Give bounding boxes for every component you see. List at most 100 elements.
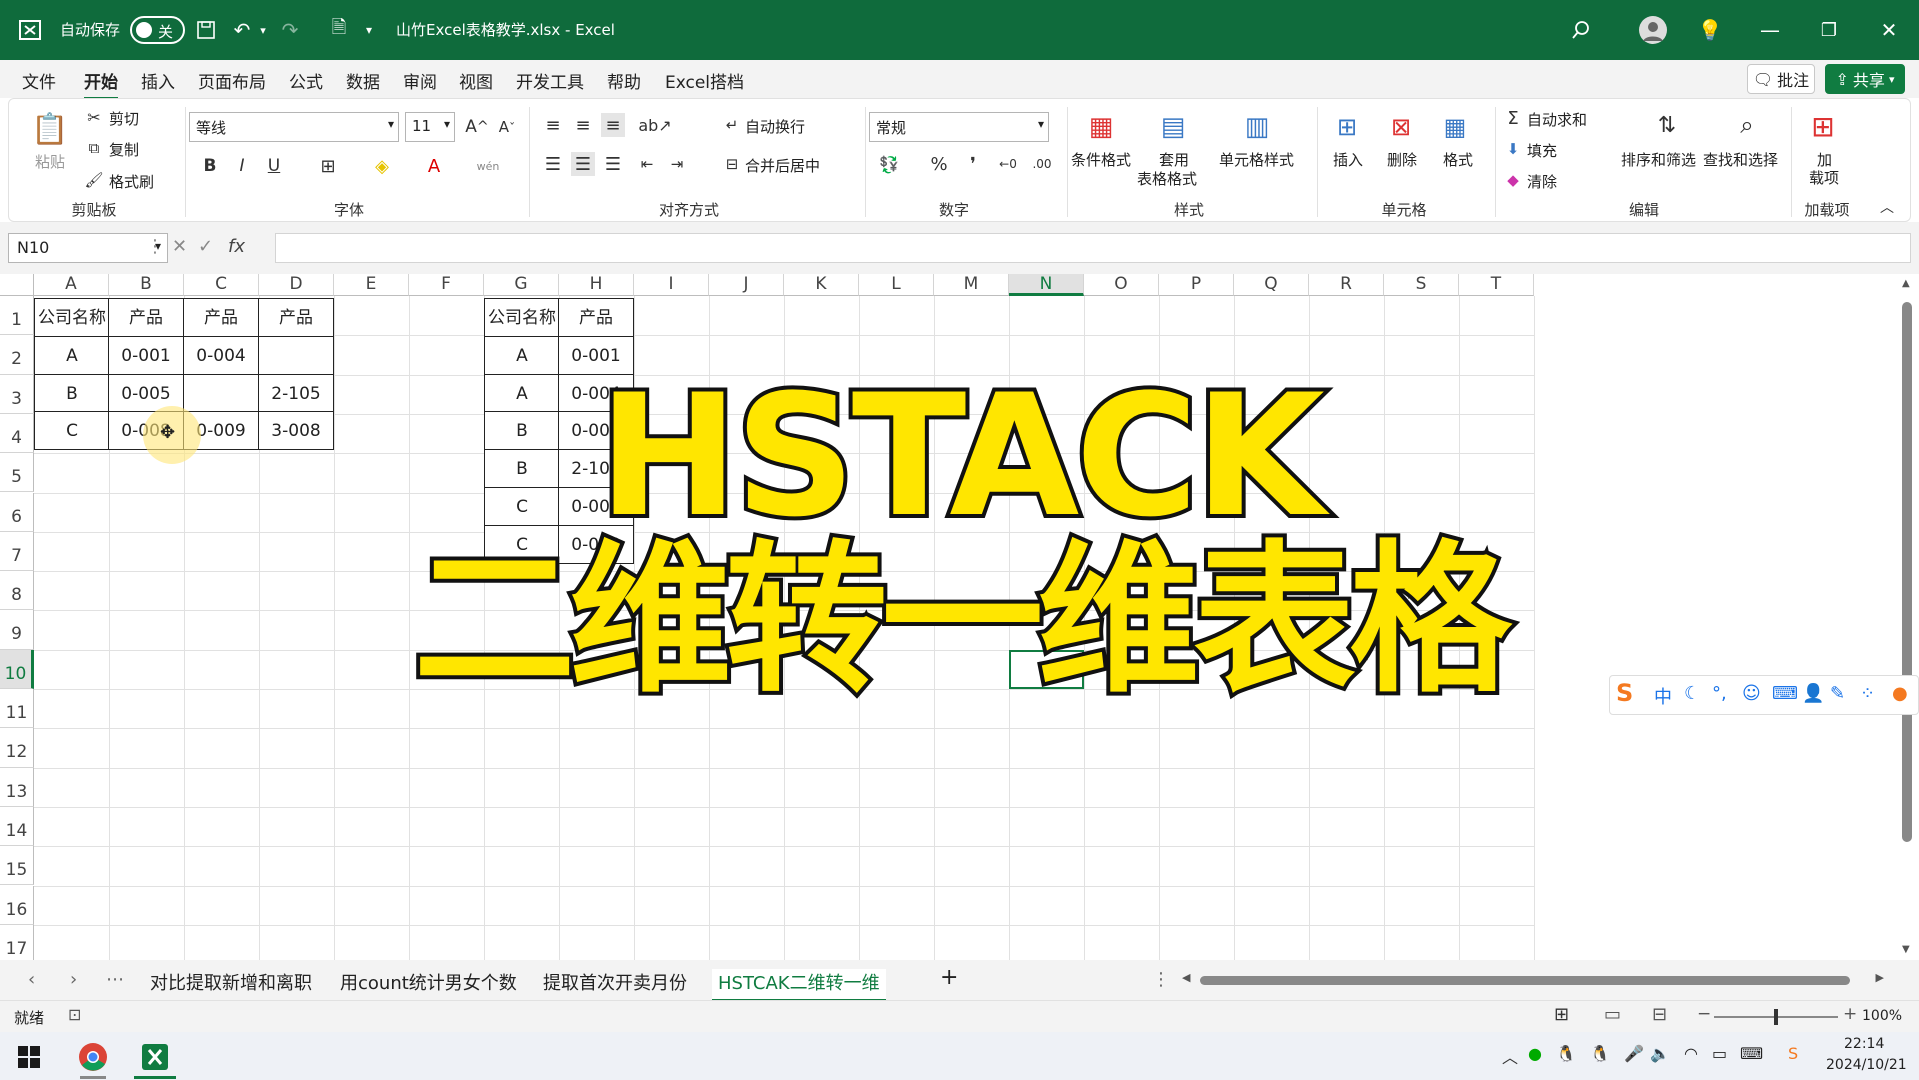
row-header-16[interactable]: 16 <box>0 885 34 925</box>
align-middle-icon[interactable]: ≡ <box>571 113 595 137</box>
save-icon[interactable] <box>192 14 220 46</box>
column-header-m[interactable]: M <box>934 274 1009 296</box>
column-header-e[interactable]: E <box>334 274 409 296</box>
format-as-table-icon[interactable]: ▤ <box>1151 109 1195 145</box>
column-header-i[interactable]: I <box>634 274 709 296</box>
battery-icon[interactable]: ▭ <box>1712 1044 1727 1063</box>
minimize-icon[interactable]: — <box>1756 14 1784 46</box>
clock-date[interactable]: 2024/10/21 <box>1826 1057 1907 1073</box>
ime-toolbar[interactable]: S 中 ☾ °, ☺ ⌨ 👤 ✎ ⁘ ● <box>1609 675 1919 715</box>
share-button[interactable]: ⇪ 共享 ▾ <box>1825 64 1905 94</box>
decrease-font-icon[interactable]: Aˇ <box>495 113 519 141</box>
cell-styles-icon[interactable]: ▥ <box>1235 109 1279 145</box>
underline-button[interactable]: U <box>263 152 285 180</box>
autosave-toggle[interactable]: 关 <box>130 16 185 44</box>
sogou-tray-icon[interactable]: S <box>1788 1044 1798 1063</box>
copy-button[interactable]: 复制 <box>109 139 139 160</box>
clock-time[interactable]: 22:14 <box>1844 1036 1884 1052</box>
ime-lang[interactable]: 中 <box>1654 683 1672 709</box>
add-sheet-icon[interactable]: + <box>940 965 958 990</box>
wrap-text-button[interactable]: 自动换行 <box>745 116 805 137</box>
sheet-tab-active[interactable]: HSTCAK二维转一维 <box>712 969 886 1002</box>
sort-filter-icon[interactable]: ⇅ <box>1647 107 1687 143</box>
zoom-out-icon[interactable]: − <box>1697 1004 1711 1024</box>
comment-button[interactable]: 🗨 批注 <box>1747 64 1815 94</box>
column-header-l[interactable]: L <box>859 274 934 296</box>
tab-data[interactable]: 数据 <box>346 68 380 93</box>
fill-color-icon[interactable]: ◈ <box>369 152 395 180</box>
tab-splitter-icon[interactable]: ⋮ <box>1152 969 1170 990</box>
table-cell[interactable]: A <box>484 335 560 375</box>
sogou-mini-icon[interactable]: ● <box>1892 683 1908 704</box>
zoom-slider-thumb[interactable] <box>1774 1009 1778 1025</box>
table-header-cell[interactable]: 产品 <box>558 298 634 337</box>
row-header-15[interactable]: 15 <box>0 846 34 886</box>
decrease-indent-icon[interactable]: ⇤ <box>635 152 659 176</box>
format-as-table-line1[interactable]: 套用 <box>1159 149 1189 170</box>
sheet-tab[interactable]: 提取首次开卖月份 <box>543 969 687 995</box>
page-layout-view-icon[interactable]: ▭ <box>1604 1004 1621 1025</box>
sheet-tab[interactable]: 用count统计男女个数 <box>340 969 517 995</box>
column-header-p[interactable]: P <box>1159 274 1234 296</box>
collapse-ribbon-icon[interactable]: ︿ <box>1877 197 1897 217</box>
qq-icon[interactable]: 🐧 <box>1556 1044 1576 1063</box>
wechat-icon[interactable]: ● <box>1528 1044 1542 1063</box>
font-name-combo[interactable]: 等线 ▾ <box>189 112 399 142</box>
addins-line2[interactable]: 载项 <box>1809 167 1839 188</box>
align-left-icon[interactable]: ☰ <box>541 152 565 176</box>
column-header-n[interactable]: N <box>1009 274 1084 296</box>
row-header-14[interactable]: 14 <box>0 806 34 847</box>
decrease-decimal-icon[interactable]: .00 <box>1029 152 1055 176</box>
accessibility-icon[interactable]: ⊡ <box>68 1005 81 1024</box>
horizontal-scrollbar[interactable]: ◀ ▶ <box>1180 971 1886 988</box>
column-header-k[interactable]: K <box>784 274 859 296</box>
align-center-icon[interactable]: ☰ <box>571 152 595 176</box>
apps-icon[interactable]: ⁘ <box>1860 683 1875 704</box>
tray-expand-icon[interactable]: ︿ <box>1502 1044 1518 1068</box>
format-painter-button[interactable]: 格式刷 <box>109 171 154 192</box>
table-header-cell[interactable]: 产品 <box>258 298 334 337</box>
search-icon[interactable] <box>1566 14 1596 46</box>
avatar[interactable] <box>1637 14 1669 46</box>
column-header-r[interactable]: R <box>1309 274 1384 296</box>
more-sheets-icon[interactable]: ⋯ <box>106 969 124 990</box>
zoom-level[interactable]: 100% <box>1862 1008 1902 1024</box>
table-cell[interactable]: A <box>34 335 110 375</box>
font-color-icon[interactable]: A <box>421 152 447 180</box>
tab-developer[interactable]: 开发工具 <box>516 68 584 93</box>
normal-view-icon[interactable]: ⊞ <box>1554 1004 1569 1025</box>
cancel-icon[interactable]: ✕ <box>172 236 187 257</box>
tab-file[interactable]: 文件 <box>22 68 56 93</box>
table-header-cell[interactable]: 公司名称 <box>34 298 110 337</box>
tab-review[interactable]: 审阅 <box>403 68 437 93</box>
column-header-d[interactable]: D <box>259 274 334 296</box>
sort-filter-button[interactable]: 排序和筛选 <box>1621 149 1696 170</box>
autosum-button[interactable]: 自动求和 <box>1527 109 1587 130</box>
skin-icon[interactable]: ✎ <box>1830 683 1845 704</box>
close-icon[interactable]: ✕ <box>1874 14 1904 46</box>
microphone-icon[interactable]: 🎤 <box>1624 1044 1644 1063</box>
bold-button[interactable]: B <box>199 152 221 180</box>
lightbulb-icon[interactable]: 💡 <box>1696 14 1724 46</box>
number-format-combo[interactable]: 常规 ▾ <box>869 112 1049 142</box>
moon-icon[interactable]: ☾ <box>1684 683 1700 704</box>
zoom-slider[interactable] <box>1714 1009 1838 1025</box>
hscroll-thumb[interactable] <box>1200 976 1850 985</box>
find-select-icon[interactable]: ⌕ <box>1727 107 1767 143</box>
phonetic-icon[interactable]: wén <box>475 152 501 180</box>
column-header-a[interactable]: A <box>34 274 109 296</box>
undo-icon[interactable]: ↶ <box>228 14 256 46</box>
more-icon[interactable]: ⋮ <box>146 236 164 257</box>
column-header-g[interactable]: G <box>484 274 559 296</box>
keyboard-icon[interactable]: ⌨ <box>1772 683 1798 704</box>
paste-icon[interactable]: 📋 <box>31 107 69 151</box>
document-icon[interactable]: 🗎 <box>325 14 353 46</box>
customize-qat-icon[interactable]: ▾ <box>360 14 378 46</box>
conditional-format-icon[interactable]: ▦ <box>1079 109 1123 145</box>
enter-icon[interactable]: ✓ <box>198 236 213 257</box>
increase-indent-icon[interactable]: ⇥ <box>665 152 689 176</box>
increase-decimal-icon[interactable]: ←0 <box>995 152 1021 176</box>
format-cells-icon[interactable]: ▦ <box>1435 109 1475 145</box>
cut-button[interactable]: 剪切 <box>109 108 139 129</box>
formula-input[interactable] <box>275 233 1911 263</box>
